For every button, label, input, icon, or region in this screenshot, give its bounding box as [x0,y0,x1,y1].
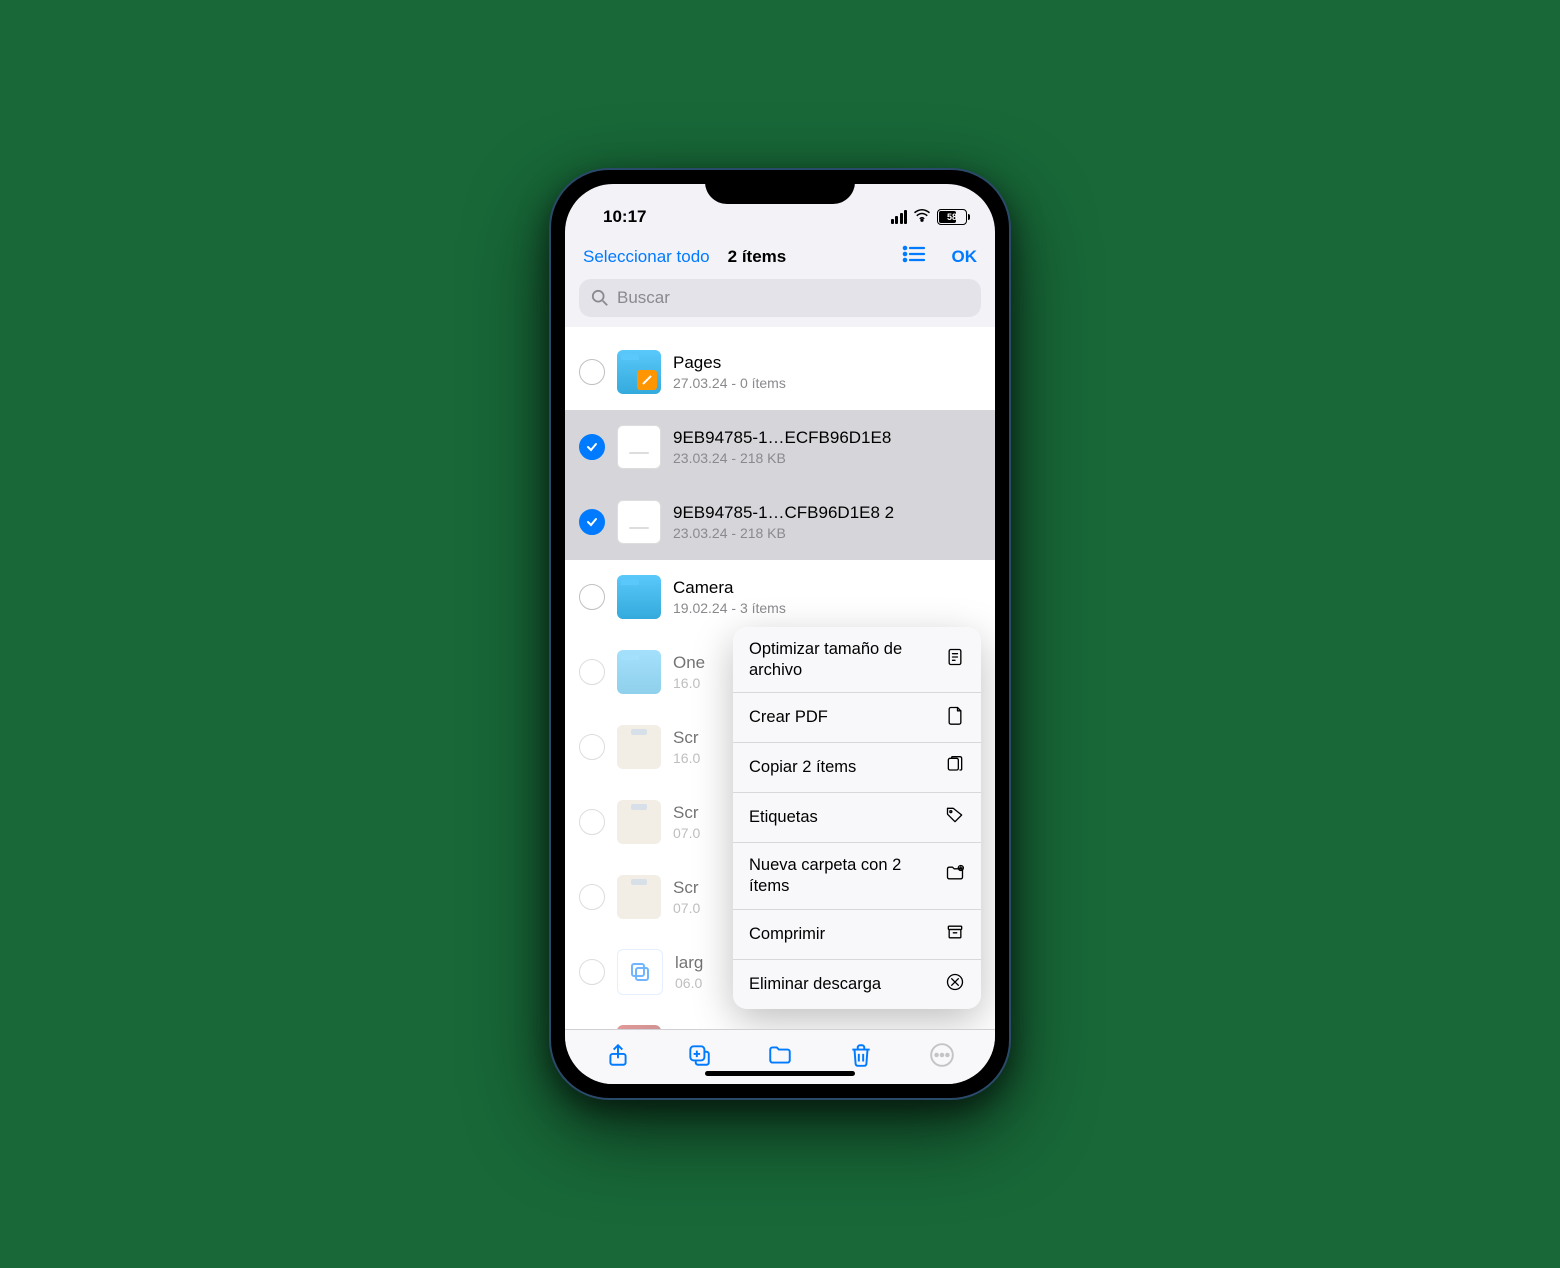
file-text: 9EB94785-1…ECFB96D1E8 23.03.24 - 218 KB [673,428,981,466]
status-time: 10:17 [603,207,646,227]
file-name: Pages [673,353,981,373]
search-placeholder: Buscar [617,288,670,308]
trash-icon [848,1042,874,1068]
status-right: 58 [891,207,968,227]
menu-item-label: Nueva carpeta con 2 ítems [749,855,933,896]
battery-icon: 58 [937,209,967,225]
pdf-icon [945,705,965,730]
select-all-button[interactable]: Seleccionar todo [583,247,710,267]
menu-item-new-folder[interactable]: Nueva carpeta con 2 ítems [733,843,981,909]
document-icon [617,500,661,544]
folder-icon [617,575,661,619]
share-button[interactable] [605,1042,631,1073]
remove-download-icon [945,972,965,997]
selection-checkbox[interactable] [579,809,605,835]
menu-item-label: Crear PDF [749,707,933,728]
document-icon [617,425,661,469]
file-name: Camera [673,578,981,598]
file-row[interactable]: 9EB94785-1…ECFB96D1E8 23.03.24 - 218 KB [565,410,995,485]
phone-notch [705,170,855,204]
file-meta: 23.03.24 - 218 KB [673,450,981,466]
tag-icon [945,805,965,830]
compress-file-icon [945,647,965,672]
image-thumbnail-icon [617,875,661,919]
menu-item-label: Comprimir [749,924,933,945]
cellular-signal-icon [891,210,908,224]
file-list[interactable]: Pages 27.03.24 - 0 ítems 9EB94785-1…ECFB96… [565,327,995,1029]
menu-item-label: Eliminar descarga [749,974,933,995]
delete-button[interactable] [848,1042,874,1073]
file-meta: 27.03.24 - 0 ítems [673,375,981,391]
more-button[interactable] [929,1042,955,1073]
context-menu: Optimizar tamaño de archivo Crear PDF Copi… [733,627,981,1009]
file-text: 9EB94785-1…CFB96D1E8 2 23.03.24 - 218 KB [673,503,981,541]
menu-item-archive[interactable]: Comprimir [733,910,981,960]
list-view-icon[interactable] [902,244,926,269]
duplicate-file-icon [617,949,663,995]
search-icon [591,289,609,307]
folder-icon [617,650,661,694]
photo-thumbnail-icon [617,1025,661,1029]
ok-button[interactable]: OK [952,247,978,267]
menu-item-label: Optimizar tamaño de archivo [749,639,933,680]
menu-item-compress-file[interactable]: Optimizar tamaño de archivo [733,627,981,693]
file-row[interactable]: Pages 27.03.24 - 0 ítems [565,335,995,410]
file-name: 9EB94785-1…ECFB96D1E8 [673,428,981,448]
move-button[interactable] [767,1042,793,1073]
selection-checkbox[interactable] [579,659,605,685]
search-input[interactable]: Buscar [579,279,981,317]
menu-item-remove-download[interactable]: Eliminar descarga [733,960,981,1009]
copy-icon [945,755,965,780]
selection-checkbox[interactable] [579,509,605,535]
file-row[interactable]: larg [565,1010,995,1029]
image-thumbnail-icon [617,800,661,844]
phone-frame: 10:17 58 [549,168,1011,1100]
file-text: Camera 19.02.24 - 3 ítems [673,578,981,616]
menu-item-pdf[interactable]: Crear PDF [733,693,981,743]
new-folder-icon [945,863,965,888]
selection-checkbox[interactable] [579,734,605,760]
archive-icon [945,922,965,947]
share-icon [605,1042,631,1068]
selection-checkbox[interactable] [579,584,605,610]
image-thumbnail-icon [617,725,661,769]
nav-bar: Seleccionar todo 2 ítems OK [565,236,995,279]
selection-checkbox[interactable] [579,884,605,910]
file-name: 9EB94785-1…CFB96D1E8 2 [673,503,981,523]
file-row[interactable]: 9EB94785-1…CFB96D1E8 2 23.03.24 - 218 KB [565,485,995,560]
screen: 10:17 58 [565,184,995,1084]
selection-checkbox[interactable] [579,359,605,385]
home-indicator[interactable] [705,1071,855,1076]
menu-item-tag[interactable]: Etiquetas [733,793,981,843]
menu-item-label: Etiquetas [749,807,933,828]
file-text: Pages 27.03.24 - 0 ítems [673,353,981,391]
wifi-icon [913,207,931,227]
file-meta: 19.02.24 - 3 ítems [673,600,981,616]
more-icon [929,1042,955,1068]
menu-item-copy[interactable]: Copiar 2 ítems [733,743,981,793]
file-meta: 23.03.24 - 218 KB [673,525,981,541]
menu-item-label: Copiar 2 ítems [749,757,933,778]
folder-move-icon [767,1042,793,1068]
nav-title: 2 ítems [728,247,787,267]
duplicate-icon [686,1042,712,1068]
selection-checkbox[interactable] [579,434,605,460]
file-row[interactable]: Camera 19.02.24 - 3 ítems [565,560,995,635]
folder-icon [617,350,661,394]
selection-checkbox[interactable] [579,959,605,985]
duplicate-button[interactable] [686,1042,712,1073]
